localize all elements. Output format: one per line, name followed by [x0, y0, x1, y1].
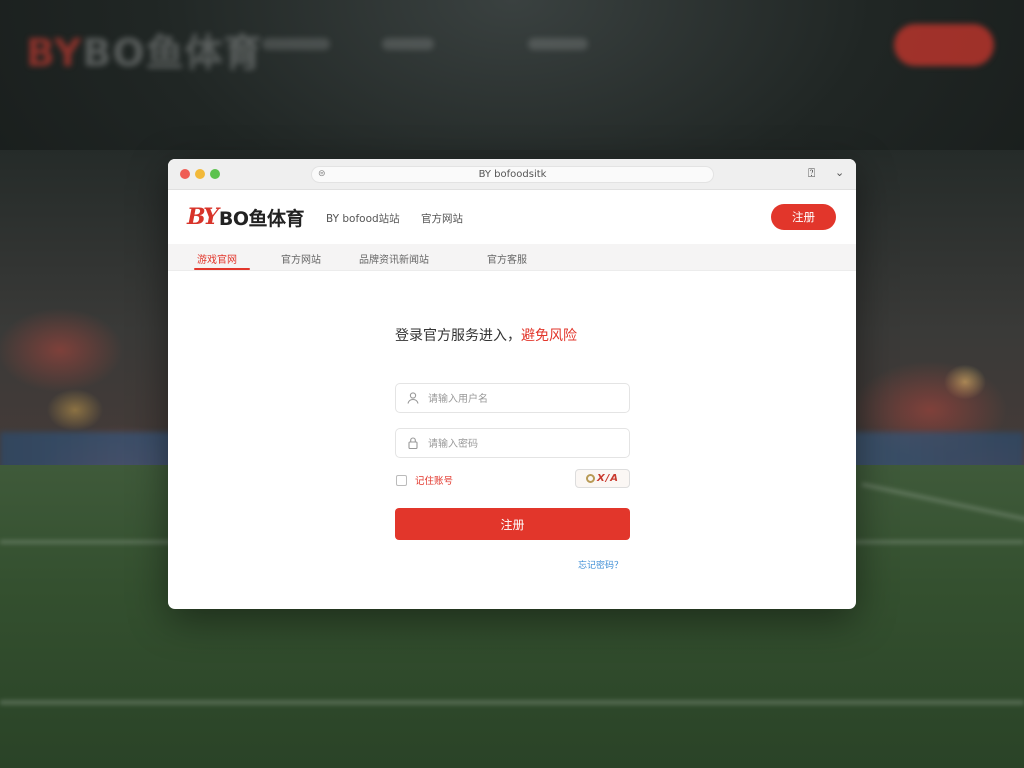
header-link-official[interactable]: 官方网站 [421, 211, 463, 226]
pitch-line [0, 700, 1024, 705]
address-bar-text: BY bofoodsitk [478, 169, 547, 180]
site-logo[interactable]: BY BO鱼体育 [187, 204, 305, 230]
site-info-icon[interactable]: ⊜ [318, 169, 326, 179]
maximize-window-button[interactable] [210, 169, 220, 179]
browser-window: ⊜ BY bofoodsitk ⍰ ⌄ BY BO鱼体育 BY bofood站站… [168, 159, 856, 609]
password-input[interactable] [428, 435, 618, 453]
close-window-button[interactable] [180, 169, 190, 179]
minimize-window-button[interactable] [195, 169, 205, 179]
remember-label[interactable]: 记住账号 [415, 473, 453, 487]
lock-icon [408, 437, 418, 450]
logo-mark: BY [187, 204, 219, 230]
site-header: BY BO鱼体育 BY bofood站站 官方网站 注册 [168, 190, 856, 244]
logo-text: BO鱼体育 [218, 207, 305, 230]
background-nav-item [262, 38, 330, 50]
background-logo: BYBO鱼体育 [26, 22, 263, 77]
tab-official-site[interactable]: 官方网站 [281, 251, 321, 266]
background-nav-item [382, 38, 434, 50]
header-link-site[interactable]: BY bofood站站 [326, 211, 400, 226]
tab-brand-news[interactable]: 品牌资讯新闻站 [359, 251, 429, 266]
background-button [894, 24, 994, 66]
captcha-image[interactable]: X/A [575, 469, 630, 488]
header-register-button[interactable]: 注册 [771, 204, 836, 230]
username-field[interactable] [395, 383, 630, 413]
extension-icon[interactable]: ⍰ [808, 166, 815, 181]
forgot-password-link[interactable]: 忘记密码？ [578, 558, 623, 571]
sub-tabs: 游戏官网 官方网站 品牌资讯新闻站 官方客服 [168, 244, 856, 271]
tab-game-site[interactable]: 游戏官网 [197, 251, 237, 266]
captcha-refresh-icon [585, 474, 595, 483]
background-logo-text: BO鱼体育 [82, 31, 263, 75]
remember-checkbox[interactable] [396, 474, 407, 486]
chevron-down-icon[interactable]: ⌄ [835, 166, 844, 179]
username-input[interactable] [428, 390, 618, 408]
user-icon [407, 392, 419, 404]
captcha-text: X/A [596, 473, 620, 484]
login-form: 登录官方服务进入，避免风险 记住账号 X/A 注册 忘记密码？ [168, 271, 856, 609]
submit-register-button[interactable]: 注册 [395, 508, 630, 540]
background-logo-mark: BY [26, 31, 83, 75]
active-tab-indicator [194, 268, 250, 270]
background-nav-item [528, 38, 588, 50]
browser-toolbar: ⊜ BY bofoodsitk ⍰ ⌄ [168, 159, 856, 190]
headline-highlight: 避免风险 [521, 328, 577, 344]
remember-row: 记住账号 [396, 473, 453, 487]
tab-customer-service[interactable]: 官方客服 [487, 251, 527, 266]
address-bar[interactable]: ⊜ BY bofoodsitk [311, 166, 714, 183]
password-field[interactable] [395, 428, 630, 458]
headline-text: 登录官方服务进入， [395, 328, 521, 344]
form-headline: 登录官方服务进入，避免风险 [395, 325, 577, 345]
